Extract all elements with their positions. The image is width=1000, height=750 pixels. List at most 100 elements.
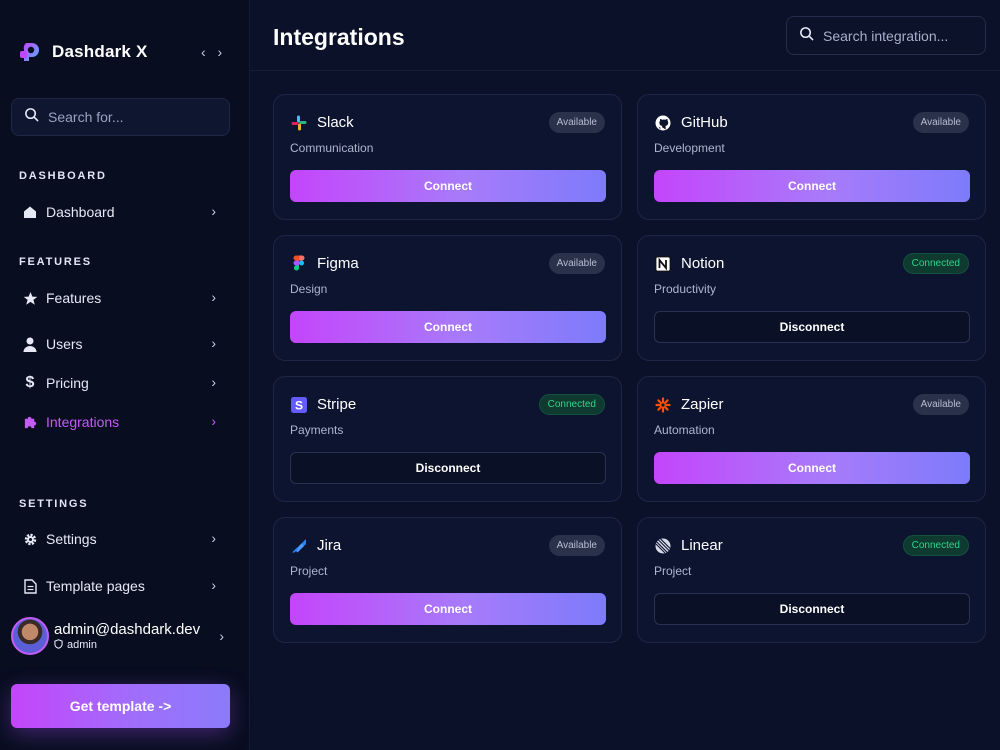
chevron-right-icon: › — [211, 530, 216, 546]
brand-name: Dashdark X — [52, 42, 148, 61]
sidebar-item-label: Dashboard — [46, 204, 115, 220]
sidebar-item-label: Template pages — [46, 578, 145, 594]
chevron-right-icon: › — [211, 374, 216, 390]
integration-name: Zapier — [681, 396, 724, 413]
linear-icon — [654, 537, 671, 554]
chevron-right-icon: › — [211, 577, 216, 593]
connect-slack-button[interactable]: Connect — [290, 170, 606, 202]
integration-card-linear: Linear Project Connected Disconnect — [637, 517, 986, 643]
integration-category: Design — [290, 282, 328, 296]
sidebar: Dashdark X ‹ › DASHBOARD Dashboard › FEA… — [0, 0, 250, 750]
sidebar-item-label: Integrations — [46, 414, 120, 430]
sidebar-item-dashboard[interactable]: Dashboard › — [22, 200, 222, 224]
sidebar-item-label: Settings — [46, 531, 97, 547]
integration-category: Project — [654, 564, 692, 578]
integration-card-github: GitHub Development Available Connect — [637, 94, 986, 220]
brand[interactable]: Dashdark X — [18, 40, 148, 64]
avatar — [11, 617, 49, 655]
chevron-right-icon: › — [211, 203, 216, 219]
status-badge: Available — [912, 112, 969, 133]
connect-zapier-button[interactable]: Connect — [654, 452, 970, 484]
status-badge: Available — [548, 112, 605, 133]
sidebar-item-settings[interactable]: Settings › — [22, 527, 222, 551]
integration-name: Notion — [681, 255, 725, 272]
integration-card-jira: Jira Project Available Connect — [273, 517, 622, 643]
sidebar-item-template-pages[interactable]: Template pages › — [22, 574, 222, 598]
status-badge: Available — [912, 394, 969, 415]
sidebar-item-label: Users — [46, 336, 83, 352]
chevron-right-icon: › — [211, 335, 216, 351]
shield-icon — [54, 638, 63, 652]
user-email: admin@dashdark.dev — [54, 620, 201, 638]
user-role: admin — [54, 638, 200, 652]
jira-icon — [290, 537, 307, 554]
integration-category: Development — [654, 141, 725, 155]
sidebar-search-input[interactable] — [48, 109, 218, 125]
svg-text:S: S — [294, 398, 302, 412]
integration-name: Linear — [681, 537, 723, 554]
integration-card-figma: Figma Design Available Connect — [273, 235, 622, 361]
dollar-icon: $ — [25, 374, 35, 391]
integration-category: Automation — [654, 423, 715, 437]
integration-category: Project — [290, 564, 328, 578]
integration-search[interactable] — [786, 16, 986, 55]
status-badge: Connected — [902, 535, 969, 556]
connect-github-button[interactable]: Connect — [654, 170, 970, 202]
page-title: Integrations — [273, 24, 405, 50]
integration-category: Communication — [290, 141, 374, 155]
stripe-icon: S — [290, 396, 307, 413]
topbar: Integrations — [250, 0, 1000, 71]
integration-card-notion: Notion Productivity Connected Disconnect — [637, 235, 986, 361]
gear-icon — [22, 531, 38, 547]
sidebar-item-label: Features — [46, 290, 102, 306]
integration-card-slack: Slack Communication Available Connect — [273, 94, 622, 220]
user-profile[interactable]: admin@dashdark.dev admin › — [11, 616, 236, 656]
integration-name: Stripe — [317, 396, 357, 413]
user-role-label: admin — [67, 639, 97, 651]
search-icon — [799, 26, 814, 46]
integration-name: Slack — [317, 114, 354, 131]
integration-card-stripe: S Stripe Payments Connected Disconnect — [273, 376, 622, 502]
search-icon — [24, 107, 39, 127]
home-icon — [22, 204, 38, 220]
sidebar-item-pricing[interactable]: $ Pricing › — [22, 371, 222, 395]
sidebar-item-features[interactable]: Features › — [22, 286, 222, 310]
puzzle-icon — [22, 414, 38, 430]
integration-category: Productivity — [654, 282, 717, 296]
chevron-right-icon: › — [211, 289, 216, 305]
get-template-button[interactable]: Get template -> — [11, 684, 230, 728]
user-icon — [22, 336, 38, 352]
figma-icon — [290, 255, 307, 272]
section-settings: SETTINGS — [19, 498, 89, 510]
disconnect-linear-button[interactable]: Disconnect — [654, 593, 970, 625]
integrations-grid: Slack Communication Available Connect Gi… — [273, 94, 986, 643]
collapse-sidebar-toggle[interactable]: ‹ › — [201, 44, 226, 60]
section-features: FEATURES — [19, 256, 92, 268]
slack-icon — [290, 114, 307, 131]
connect-figma-button[interactable]: Connect — [290, 311, 606, 343]
integration-category: Payments — [290, 423, 344, 437]
chevron-right-icon: › — [219, 628, 224, 644]
zapier-icon — [654, 396, 671, 413]
sidebar-item-label: Pricing — [46, 375, 89, 391]
sidebar-item-users[interactable]: Users › — [22, 332, 222, 356]
github-icon — [654, 114, 671, 131]
status-badge: Connected — [902, 253, 969, 274]
sidebar-search[interactable] — [11, 98, 230, 136]
sidebar-item-integrations[interactable]: Integrations › — [22, 410, 222, 434]
integration-name: Figma — [317, 255, 359, 272]
notion-icon — [654, 255, 671, 272]
integration-name: Jira — [317, 537, 342, 554]
status-badge: Available — [548, 535, 605, 556]
integration-search-input[interactable] — [823, 27, 973, 44]
section-dashboard: DASHBOARD — [19, 170, 107, 182]
disconnect-stripe-button[interactable]: Disconnect — [290, 452, 606, 484]
integration-card-zapier: Zapier Automation Available Connect — [637, 376, 986, 502]
chevron-right-icon: › — [211, 413, 216, 429]
disconnect-notion-button[interactable]: Disconnect — [654, 311, 970, 343]
brand-logo-icon — [18, 40, 42, 64]
integration-name: GitHub — [681, 114, 728, 131]
status-badge: Available — [548, 253, 605, 274]
connect-jira-button[interactable]: Connect — [290, 593, 606, 625]
document-icon — [22, 578, 38, 594]
